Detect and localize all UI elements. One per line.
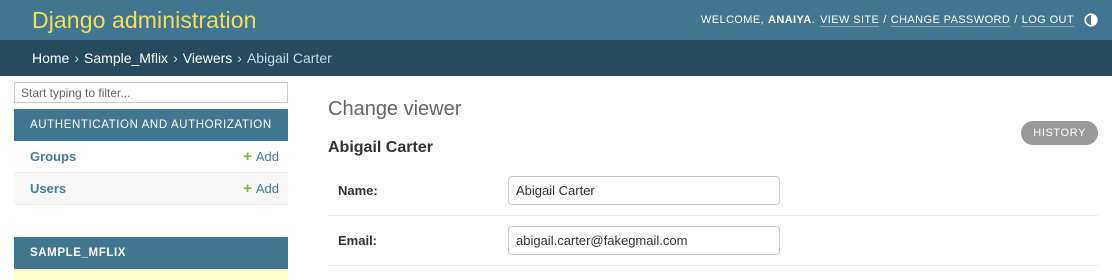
name-label: Name: xyxy=(338,183,378,198)
name-field[interactable] xyxy=(508,176,780,205)
model-link-groups[interactable]: Groups xyxy=(30,149,76,164)
breadcrumb-separator: › xyxy=(173,50,178,66)
breadcrumb-app[interactable]: Sample_Mflix xyxy=(84,50,168,66)
breadcrumb-model[interactable]: Viewers xyxy=(183,50,233,66)
username: ANAIYA xyxy=(768,14,812,26)
form-row-email: Email: xyxy=(328,216,1098,266)
site-header: Django administration WELCOME, ANAIYA . … xyxy=(0,0,1112,40)
email-field[interactable] xyxy=(508,226,780,255)
site-brand[interactable]: Django administration xyxy=(32,7,257,34)
main-content: Change viewer HISTORY Abigail Carter Nam… xyxy=(328,76,1098,280)
history-button[interactable]: HISTORY xyxy=(1021,121,1098,145)
breadcrumb-separator: › xyxy=(237,50,242,66)
breadcrumb: Home › Sample_Mflix › Viewers › Abigail … xyxy=(0,40,1112,76)
module-caption-auth[interactable]: AUTHENTICATION AND AUTHORIZATION xyxy=(14,109,288,141)
add-users-link[interactable]: + Add xyxy=(243,181,279,196)
sidebar-selected-row[interactable] xyxy=(14,269,288,280)
log-out-link[interactable]: LOG OUT xyxy=(1021,14,1074,27)
object-title: Abigail Carter xyxy=(328,139,433,156)
plus-icon: + xyxy=(243,148,252,165)
nav-filter-input[interactable] xyxy=(14,82,288,103)
form-row-name: Name: xyxy=(328,166,1098,216)
welcome-text: WELCOME, xyxy=(700,14,765,26)
user-tools: WELCOME, ANAIYA . VIEW SITE / CHANGE PAS… xyxy=(701,13,1098,27)
nav-sidebar: AUTHENTICATION AND AUTHORIZATION Groups … xyxy=(14,82,288,280)
breadcrumb-current: Abigail Carter xyxy=(246,50,332,66)
change-password-link[interactable]: CHANGE PASSWORD xyxy=(890,14,1011,27)
breadcrumb-home[interactable]: Home xyxy=(32,50,69,66)
module-caption-sample-mflix[interactable]: SAMPLE_MFLIX xyxy=(14,237,288,269)
page-title: Change viewer xyxy=(328,98,462,120)
model-link-users[interactable]: Users xyxy=(30,181,66,196)
add-groups-link[interactable]: + Add xyxy=(243,149,279,164)
view-site-link[interactable]: VIEW SITE xyxy=(820,14,880,27)
breadcrumb-separator: › xyxy=(74,50,80,66)
plus-icon: + xyxy=(243,180,252,197)
sidebar-item-users: Users + Add xyxy=(14,173,288,205)
email-label: Email: xyxy=(338,233,378,248)
add-label: Add xyxy=(255,149,279,164)
separator: / xyxy=(883,14,887,26)
add-label: Add xyxy=(255,181,279,196)
theme-toggle-icon[interactable] xyxy=(1084,13,1098,27)
sidebar-item-groups: Groups + Add xyxy=(14,141,288,173)
separator: / xyxy=(1014,14,1018,26)
